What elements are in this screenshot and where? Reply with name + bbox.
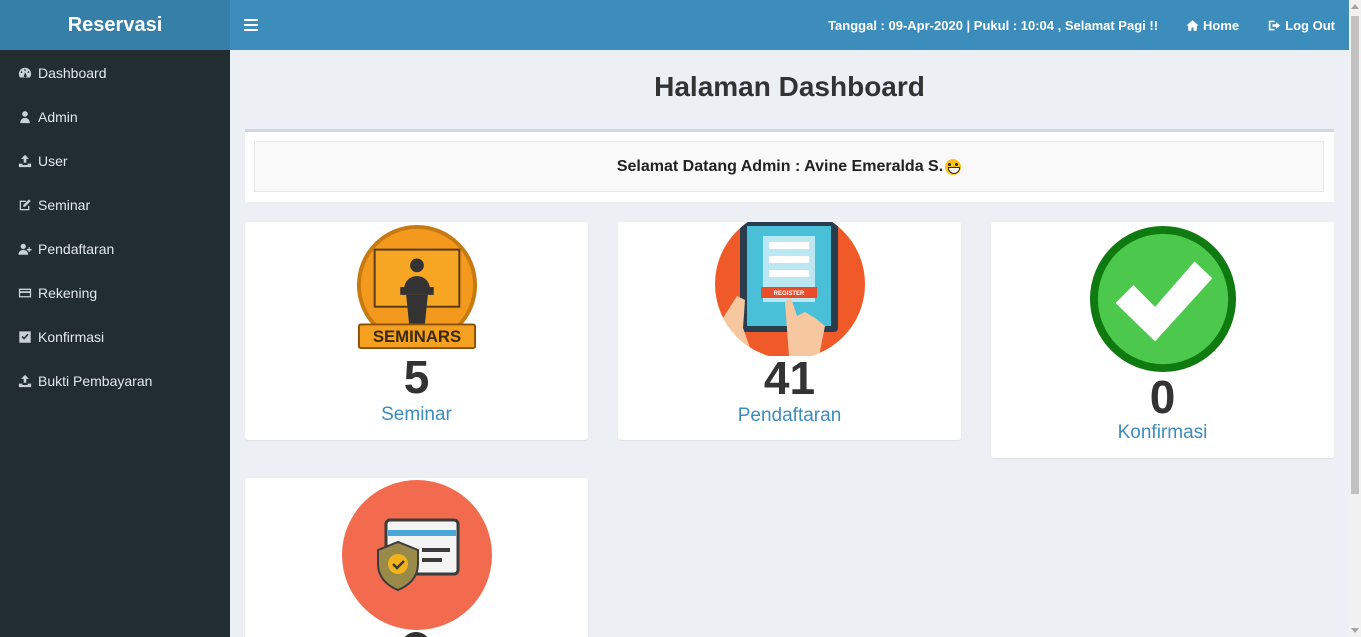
page-title: Halaman Dashboard — [654, 71, 925, 102]
user-icon — [18, 110, 32, 124]
seminar-card[interactable]: SEMINARS 5 Seminar — [245, 222, 588, 440]
date-value: 09-Apr-2020 — [888, 17, 963, 33]
seminar-count: 5 — [403, 351, 430, 403]
sidebar-item-label: User — [38, 153, 68, 169]
brand-logo[interactable]: Reservasi — [0, 0, 230, 50]
main-content: Halaman Dashboard Selamat Datang Admin :… — [230, 50, 1349, 637]
sidebar-menu: Dashboard Admin User Seminar Pendaftaran — [0, 51, 230, 403]
top-navbar: Tanggal : 09-Apr-2020 | Pukul : 10:04 , … — [230, 0, 1349, 50]
sidebar-item-rekening[interactable]: Rekening — [0, 271, 230, 315]
edit-icon — [18, 198, 32, 212]
check-circle-icon — [1089, 225, 1236, 373]
sidebar-item-label: Bukti Pembayaran — [38, 373, 153, 389]
seminar-link[interactable]: Seminar — [245, 404, 588, 426]
navbar-right: Tanggal : 09-Apr-2020 | Pukul : 10:04 , … — [828, 18, 1349, 33]
dashboard-icon — [18, 66, 32, 80]
seminars-badge-text: SEMINARS — [372, 327, 460, 346]
sidebar-item-seminar[interactable]: Seminar — [0, 183, 230, 227]
scroll-down-arrow-icon[interactable] — [1351, 628, 1359, 633]
konfirmasi-card[interactable]: 0 Konfirmasi — [991, 222, 1334, 458]
sidebar-item-label: Pendaftaran — [38, 241, 115, 257]
sign-out-icon — [1268, 20, 1281, 30]
sidebar: Reservasi Dashboard Admin User Seminar P… — [0, 0, 230, 637]
register-icon: REGISTER — [714, 222, 865, 356]
upload-icon — [18, 374, 32, 388]
sidebar-item-bukti-pembayaran[interactable]: Bukti Pembayaran — [0, 359, 230, 403]
register-badge-text: REGISTER — [773, 291, 804, 297]
payment-card-icon — [341, 480, 492, 630]
scroll-up-arrow-icon[interactable] — [1351, 4, 1359, 9]
sidebar-item-label: Admin — [38, 109, 78, 125]
sidebar-item-pendaftaran[interactable]: Pendaftaran — [0, 227, 230, 271]
welcome-message: Selamat Datang Admin : Avine Emeralda S. — [254, 141, 1324, 192]
sidebar-item-label: Seminar — [38, 197, 91, 213]
konfirmasi-count: 0 — [1149, 371, 1176, 423]
konfirmasi-link[interactable]: Konfirmasi — [991, 422, 1334, 444]
date-time-info: Tanggal : 09-Apr-2020 | Pukul : 10:04 , … — [828, 17, 1159, 33]
time-value: 10:04 — [1020, 17, 1054, 33]
sidebar-toggle-icon[interactable] — [244, 19, 258, 31]
sidebar-item-konfirmasi[interactable]: Konfirmasi — [0, 315, 230, 359]
grin-emoji-icon — [945, 158, 962, 175]
welcome-box: Selamat Datang Admin : Avine Emeralda S. — [245, 129, 1334, 202]
user-plus-icon — [18, 242, 32, 256]
home-link[interactable]: Home — [1186, 18, 1239, 33]
seminars-icon: SEMINARS — [356, 224, 477, 350]
sidebar-item-dashboard[interactable]: Dashboard — [0, 51, 230, 95]
home-icon — [1186, 19, 1199, 31]
payment-proof-card[interactable] — [245, 478, 588, 637]
pendaftaran-card[interactable]: REGISTER 41 Pendaftaran — [618, 222, 961, 440]
logout-link[interactable]: Log Out — [1268, 18, 1335, 33]
sidebar-item-label: Konfirmasi — [38, 329, 105, 345]
check-square-icon — [18, 330, 32, 344]
pendaftaran-count: 41 — [763, 352, 816, 404]
pendaftaran-link[interactable]: Pendaftaran — [618, 405, 961, 427]
credit-card-icon — [18, 286, 32, 300]
page-scrollbar[interactable] — [1349, 0, 1361, 637]
payment-proof-count-partial — [401, 632, 431, 637]
sidebar-item-user[interactable]: User — [0, 139, 230, 183]
sidebar-item-label: Rekening — [38, 285, 98, 301]
scrollbar-thumb[interactable] — [1351, 16, 1359, 494]
sidebar-item-label: Dashboard — [38, 65, 107, 81]
upload-icon — [18, 154, 32, 168]
sidebar-item-admin[interactable]: Admin — [0, 95, 230, 139]
